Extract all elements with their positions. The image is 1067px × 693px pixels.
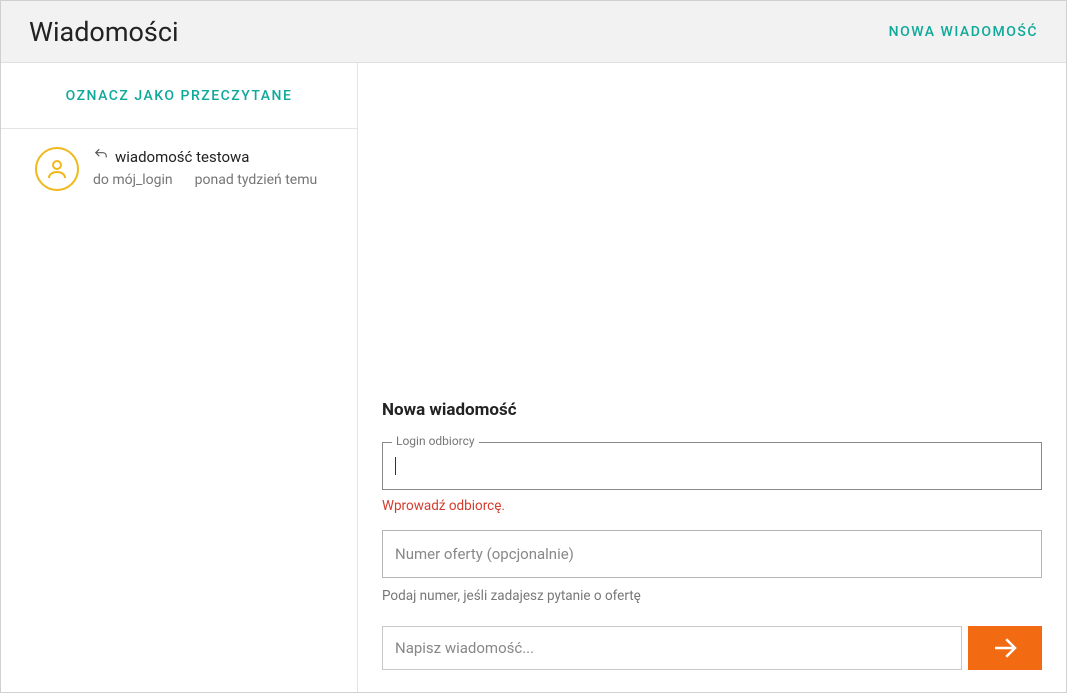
main-panel: Nowa wiadomość Login odbiorcy Wprowadź o…	[358, 63, 1066, 692]
compose-title: Nowa wiadomość	[382, 400, 1042, 420]
message-list-item[interactable]: wiadomość testowa do mój_login ponad tyd…	[1, 129, 357, 209]
recipient-error: Wprowadź odbiorcę.	[382, 498, 1042, 514]
recipient-field-wrap: Login odbiorcy	[382, 442, 1042, 490]
message-content: wiadomość testowa do mój_login ponad tyd…	[93, 147, 335, 191]
message-subject: wiadomość testowa	[115, 148, 249, 166]
sidebar-toolbar: OZNACZ JAKO PRZECZYTANE	[1, 63, 357, 129]
sidebar: OZNACZ JAKO PRZECZYTANE	[1, 63, 358, 692]
new-message-link[interactable]: NOWA WIADOMOŚĆ	[889, 24, 1038, 40]
message-time: ponad tydzień temu	[195, 172, 318, 188]
app-header: Wiadomości NOWA WIADOMOŚĆ	[1, 1, 1066, 63]
avatar	[35, 147, 79, 191]
arrow-right-icon	[990, 633, 1020, 663]
send-button[interactable]	[968, 626, 1042, 670]
reply-icon	[93, 147, 109, 166]
offer-field-wrap	[382, 530, 1042, 578]
text-cursor	[395, 457, 396, 475]
compose-row	[382, 626, 1042, 670]
offer-helper: Podaj numer, jeśli zadajesz pytanie o of…	[382, 588, 1042, 604]
offer-input[interactable]	[382, 530, 1042, 578]
recipient-input[interactable]	[382, 442, 1042, 490]
message-recipient: do mój_login	[93, 172, 173, 188]
message-input[interactable]	[382, 626, 962, 670]
recipient-label: Login odbiorcy	[392, 434, 479, 448]
page-title: Wiadomości	[29, 16, 179, 48]
user-icon	[45, 157, 69, 181]
mark-as-read-button[interactable]: OZNACZ JAKO PRZECZYTANE	[66, 88, 293, 104]
